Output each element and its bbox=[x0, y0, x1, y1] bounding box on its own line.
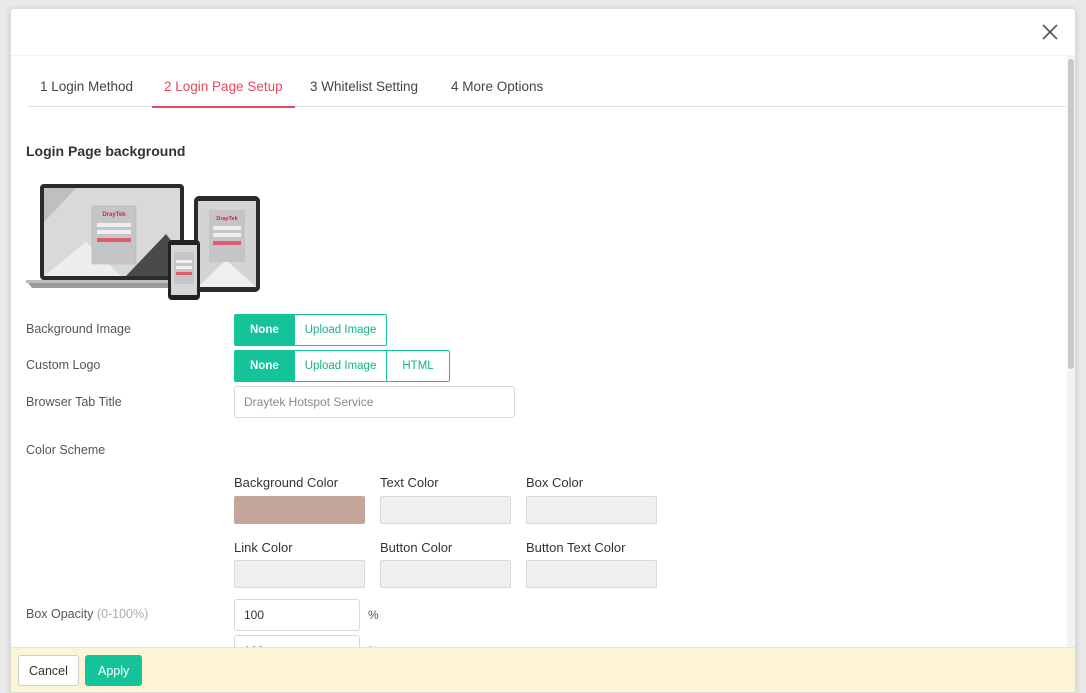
box-opacity-label-text: Box Opacity bbox=[26, 607, 94, 621]
close-icon[interactable] bbox=[1039, 21, 1061, 43]
background-image-upload-button[interactable]: Upload Image bbox=[294, 314, 388, 346]
custom-logo-none-button[interactable]: None bbox=[234, 350, 295, 382]
button-text-color-label: Button Text Color bbox=[526, 540, 626, 555]
custom-logo-upload-button[interactable]: Upload Image bbox=[294, 350, 388, 382]
box-color-label: Box Color bbox=[526, 475, 584, 490]
background-color-picker[interactable] bbox=[234, 496, 365, 524]
text-color-label: Text Color bbox=[380, 475, 439, 490]
tab-login-method[interactable]: 1 Login Method bbox=[40, 79, 133, 107]
browser-tab-title-input[interactable] bbox=[234, 386, 515, 418]
scrollbar-thumb[interactable] bbox=[1068, 59, 1074, 369]
login-page-preview-image: DrayTek DrayTek bbox=[26, 182, 262, 300]
cancel-button[interactable]: Cancel bbox=[18, 655, 79, 686]
link-color-label: Link Color bbox=[234, 540, 293, 555]
button-color-picker[interactable] bbox=[380, 560, 511, 588]
custom-logo-html-button[interactable]: HTML bbox=[387, 350, 450, 382]
box-color-picker[interactable] bbox=[526, 496, 657, 524]
button-text-color-picker[interactable] bbox=[526, 560, 657, 588]
color-scheme-label: Color Scheme bbox=[26, 443, 106, 457]
header-divider bbox=[11, 55, 1075, 56]
button-color-label: Button Color bbox=[380, 540, 453, 555]
box-opacity-hint: (0-100%) bbox=[96, 607, 149, 621]
custom-logo-options: None Upload Image HTML bbox=[234, 350, 450, 382]
text-color-picker[interactable] bbox=[380, 496, 511, 524]
tab-login-page-setup[interactable]: 2 Login Page Setup bbox=[152, 79, 295, 108]
dialog-footer: Cancel Apply bbox=[11, 647, 1075, 692]
box-opacity-label: Box Opacity (0-100%) bbox=[26, 607, 148, 621]
browser-tab-title-label: Browser Tab Title bbox=[26, 395, 122, 409]
background-image-label: Background Image bbox=[26, 322, 131, 336]
section-title: Login Page background bbox=[26, 143, 186, 159]
box-opacity-unit: % bbox=[368, 608, 379, 622]
apply-button[interactable]: Apply bbox=[85, 655, 143, 686]
background-image-options: None Upload Image bbox=[234, 314, 388, 346]
custom-logo-label: Custom Logo bbox=[26, 358, 101, 372]
preview-brand-text: DrayTek bbox=[102, 212, 126, 218]
preview-brand-text-tablet: DrayTek bbox=[216, 216, 238, 222]
tab-whitelist-setting[interactable]: 3 Whitelist Setting bbox=[310, 79, 418, 107]
login-page-setup-dialog: 1 Login Method 2 Login Page Setup 3 Whit… bbox=[10, 8, 1076, 693]
background-color-label: Background Color bbox=[234, 475, 339, 490]
tab-bar: 1 Login Method 2 Login Page Setup 3 Whit… bbox=[28, 79, 1066, 108]
background-image-none-button[interactable]: None bbox=[234, 314, 295, 346]
tab-more-options[interactable]: 4 More Options bbox=[451, 79, 543, 107]
link-color-picker[interactable] bbox=[234, 560, 365, 588]
box-opacity-input[interactable] bbox=[234, 599, 360, 631]
